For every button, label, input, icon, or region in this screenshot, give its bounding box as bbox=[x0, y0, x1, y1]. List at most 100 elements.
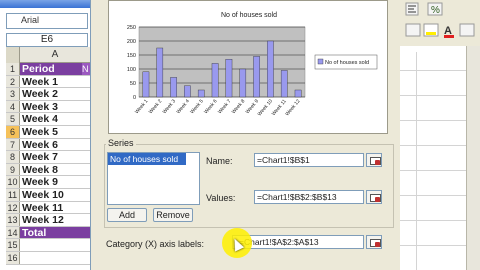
legend-swatch bbox=[317, 58, 324, 65]
row-number[interactable]: 14 bbox=[6, 226, 20, 239]
name-label: Name: bbox=[206, 156, 233, 166]
add-button[interactable]: Add bbox=[107, 208, 147, 222]
sheet-row[interactable]: 6 Week 5 bbox=[6, 126, 90, 139]
sheet-row[interactable]: 14 Total bbox=[6, 226, 90, 240]
row-number[interactable]: 8 bbox=[6, 151, 20, 163]
bar bbox=[267, 40, 274, 98]
cell-b[interactable]: N bbox=[82, 63, 90, 75]
sheet-row[interactable]: 15 bbox=[6, 239, 90, 252]
legend-label: No of houses sold bbox=[325, 60, 369, 66]
x-tick-label: Week 4 bbox=[176, 98, 192, 115]
row-number[interactable]: 4 bbox=[6, 100, 20, 113]
x-tick-label: Week 12 bbox=[284, 98, 301, 117]
sheet-row[interactable]: 1 Period N bbox=[6, 63, 90, 76]
row-number[interactable]: 7 bbox=[6, 138, 20, 151]
row-number[interactable]: 2 bbox=[6, 75, 20, 88]
cell-a[interactable]: Week 9 bbox=[22, 176, 58, 188]
name-collapse-button[interactable] bbox=[366, 153, 382, 167]
category-collapse-button[interactable] bbox=[366, 235, 382, 249]
cell-a[interactable]: Week 10 bbox=[22, 189, 64, 201]
y-tick-label: 50 bbox=[130, 81, 136, 87]
y-tick-label: 150 bbox=[127, 53, 136, 59]
cell-a[interactable]: Week 1 bbox=[22, 76, 58, 88]
name-field[interactable]: =Chart1!$B$1 bbox=[254, 153, 364, 167]
sheet-row[interactable]: 3 Week 2 bbox=[6, 88, 90, 101]
cell-a[interactable]: Week 12 bbox=[22, 214, 64, 226]
y-tick-label: 100 bbox=[127, 67, 136, 73]
chart-svg: No of houses sold050100150200250Week 1We… bbox=[127, 12, 378, 117]
toolbar-options-icon[interactable] bbox=[459, 23, 475, 37]
sheet-row[interactable]: 13 Week 12 bbox=[6, 214, 90, 227]
sheet-row[interactable]: 8 Week 7 bbox=[6, 151, 90, 164]
row-number[interactable]: 12 bbox=[6, 201, 20, 214]
chart-title: No of houses sold bbox=[221, 12, 277, 19]
cell-a[interactable]: Week 3 bbox=[22, 101, 58, 113]
values-collapse-button[interactable] bbox=[366, 190, 382, 204]
bar bbox=[253, 56, 260, 98]
plot-area bbox=[138, 26, 306, 98]
row-number[interactable]: 1 bbox=[6, 63, 20, 75]
row-number[interactable]: 10 bbox=[6, 176, 20, 188]
cell-a[interactable]: Total bbox=[22, 227, 46, 239]
remove-button[interactable]: Remove bbox=[153, 208, 193, 222]
sheet-row[interactable]: 5 Week 4 bbox=[6, 113, 90, 126]
y-tick-label: 200 bbox=[127, 39, 136, 45]
sheet-row[interactable]: 12 Week 11 bbox=[6, 201, 90, 215]
cell-a[interactable]: Week 7 bbox=[22, 151, 58, 163]
row-number[interactable]: 3 bbox=[6, 88, 20, 100]
grid-line bbox=[416, 52, 417, 270]
cell-a[interactable]: Week 11 bbox=[22, 202, 63, 214]
values-field[interactable]: =Chart1!$B$2:$B$13 bbox=[254, 190, 364, 204]
row-number[interactable]: 13 bbox=[6, 214, 20, 226]
row-number[interactable]: 6 bbox=[6, 126, 20, 138]
cell-a[interactable]: Week 6 bbox=[22, 139, 58, 151]
sheet-row[interactable]: 9 Week 8 bbox=[6, 163, 90, 177]
bar bbox=[156, 47, 164, 98]
sheet-row[interactable]: 10 Week 9 bbox=[6, 176, 90, 189]
sheet-row[interactable]: 2 Week 1 bbox=[6, 75, 90, 89]
cell-a[interactable]: Week 5 bbox=[22, 126, 58, 138]
sheet-row[interactable]: 11 Week 10 bbox=[6, 189, 90, 202]
name-box[interactable]: E6 bbox=[6, 33, 88, 47]
cell-a[interactable]: Week 4 bbox=[22, 113, 58, 125]
row-number[interactable]: 16 bbox=[6, 252, 20, 264]
sheet-row[interactable]: 4 Week 3 bbox=[6, 100, 90, 114]
row-number[interactable]: 11 bbox=[6, 189, 20, 201]
series-group-label: Series bbox=[106, 138, 136, 148]
cell-a[interactable]: Week 2 bbox=[22, 88, 58, 100]
x-tick-label: Week 3 bbox=[162, 98, 178, 115]
category-label: Category (X) axis labels: bbox=[106, 239, 205, 249]
series-list-item[interactable]: No of houses sold bbox=[108, 153, 186, 165]
bar bbox=[211, 63, 219, 98]
y-tick-label: 0 bbox=[133, 95, 136, 101]
vertical-scrollbar[interactable] bbox=[466, 46, 480, 270]
sheet-row[interactable]: 7 Week 6 bbox=[6, 138, 90, 152]
select-all-corner[interactable] bbox=[6, 47, 20, 63]
bar bbox=[184, 85, 191, 98]
borders-icon[interactable] bbox=[405, 23, 421, 37]
row-number[interactable]: 15 bbox=[6, 239, 20, 251]
chart-preview: No of houses sold 0 50 100 150 200 250 Week 1 We… bbox=[108, 0, 388, 134]
row-number[interactable]: 5 bbox=[6, 113, 20, 125]
bar bbox=[280, 70, 288, 98]
cell-a[interactable]: Week 8 bbox=[22, 164, 58, 176]
bar bbox=[170, 77, 177, 98]
x-tick-label: Week 8 bbox=[231, 98, 247, 115]
x-tick-label: Week 6 bbox=[203, 98, 219, 115]
svg-text:%: % bbox=[431, 5, 440, 16]
x-tick-label: Week 1 bbox=[134, 98, 150, 115]
bar bbox=[294, 89, 302, 98]
x-tick-label: Week 5 bbox=[189, 98, 205, 115]
values-label: Values: bbox=[206, 193, 236, 203]
formatting-toolbar: % A bbox=[400, 0, 480, 46]
bar bbox=[142, 71, 150, 98]
x-tick-label: Week 2 bbox=[148, 98, 164, 115]
font-name-box[interactable]: Arial bbox=[6, 13, 88, 29]
bar bbox=[197, 89, 205, 98]
sheet-row[interactable]: 16 bbox=[6, 252, 90, 265]
cell-a[interactable]: Period bbox=[22, 63, 55, 75]
y-tick-label: 250 bbox=[127, 25, 136, 31]
bar bbox=[225, 59, 233, 98]
column-header-a[interactable]: A bbox=[20, 47, 90, 63]
row-number[interactable]: 9 bbox=[6, 163, 20, 176]
